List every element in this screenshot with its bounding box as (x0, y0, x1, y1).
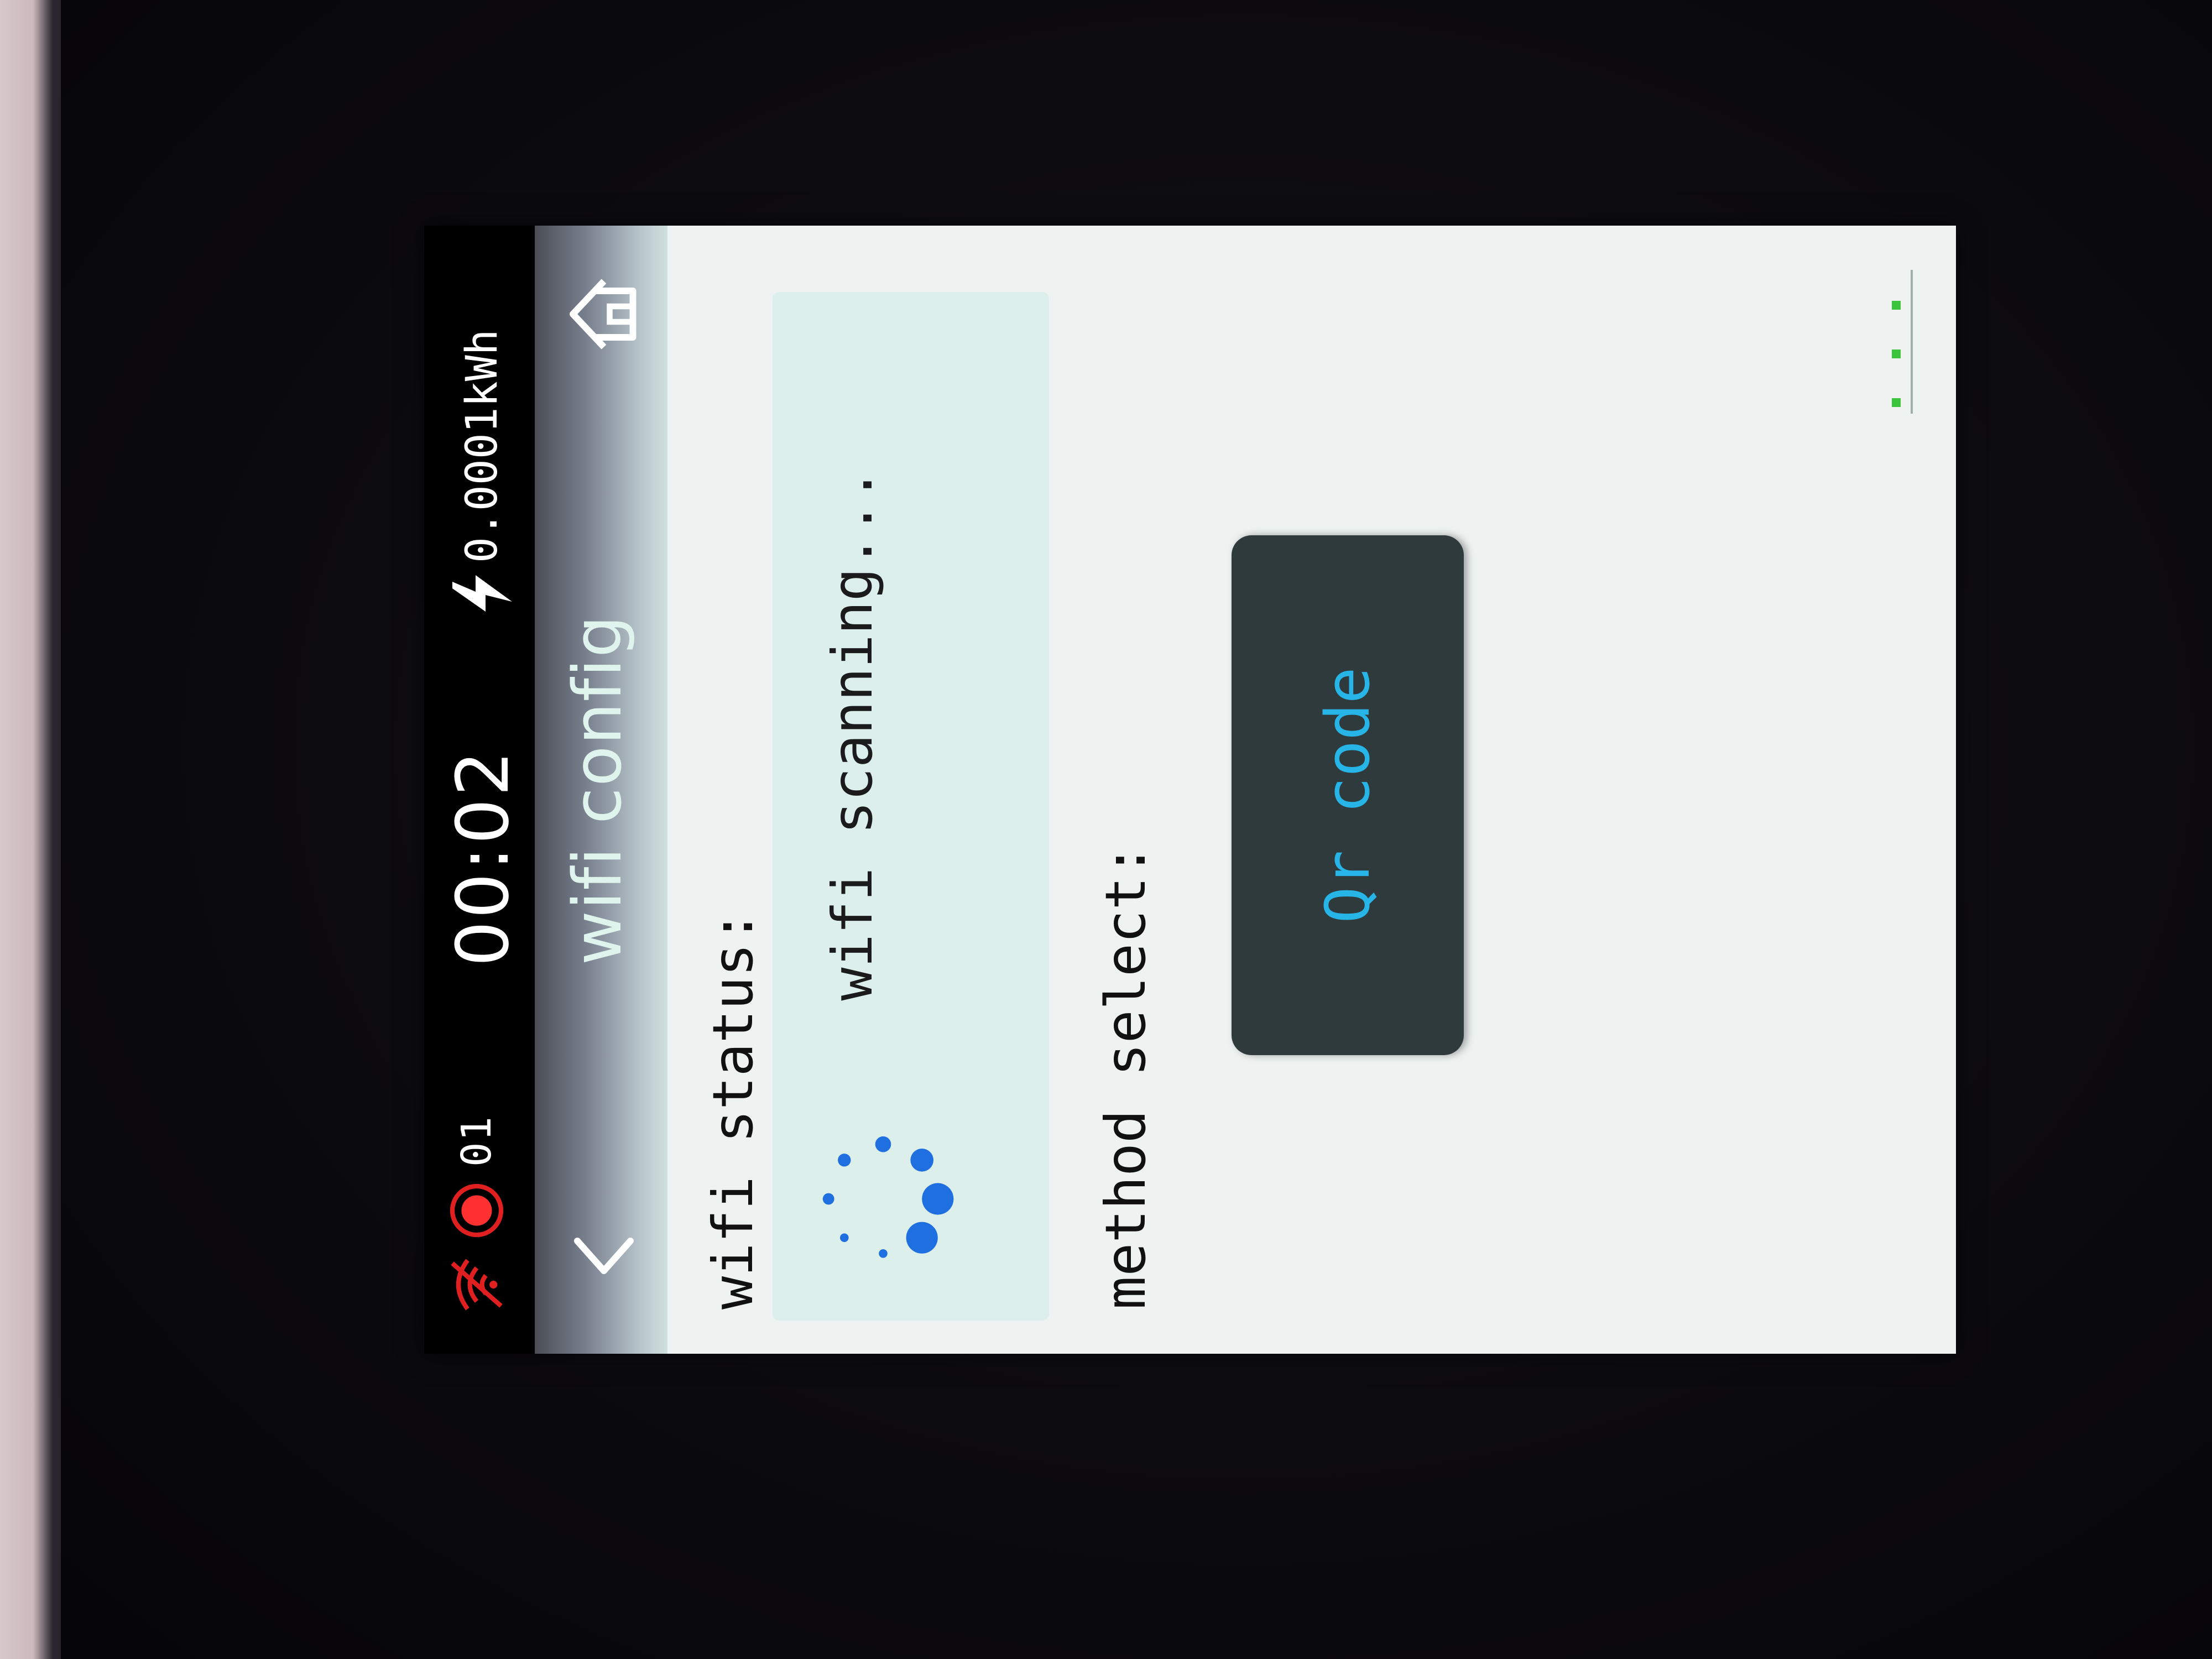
qr-code-button-label: Qr code (1312, 667, 1383, 924)
page-title: wifi config (560, 614, 637, 966)
status-bar: 01 00:02 0.0001kWh (424, 226, 535, 1354)
qr-code-button[interactable]: Qr code (1232, 535, 1464, 1055)
clock: 00:02 (441, 748, 525, 967)
record-icon (450, 1183, 504, 1238)
wifi-status-text: wifi scanning... (820, 468, 885, 1001)
record-count: 01 (453, 1115, 500, 1167)
title-bar: wifi config (535, 226, 667, 1354)
page-indicator (1892, 270, 1913, 414)
wifi-status-label: wifi status: (701, 910, 765, 1310)
display: 01 00:02 0.0001kWh wifi config wifi stat… (424, 226, 1956, 1354)
method-select-label: method select: (1093, 843, 1158, 1310)
wifi-status-panel: wifi scanning... (773, 292, 1049, 1321)
content-area: wifi status: wifi scanning... method sel… (667, 226, 1956, 1354)
status-left-group: 01 (446, 1115, 507, 1315)
loading-spinner-icon (822, 1136, 954, 1258)
device-screen: 01 00:02 0.0001kWh wifi config wifi stat… (424, 226, 1956, 1354)
home-icon[interactable] (565, 275, 643, 353)
energy-readout: 0.0001kWh (449, 329, 515, 618)
lightning-bolt-icon (452, 575, 512, 612)
wifi-off-icon (451, 1259, 503, 1311)
energy-value: 0.0001kWh (457, 329, 507, 563)
